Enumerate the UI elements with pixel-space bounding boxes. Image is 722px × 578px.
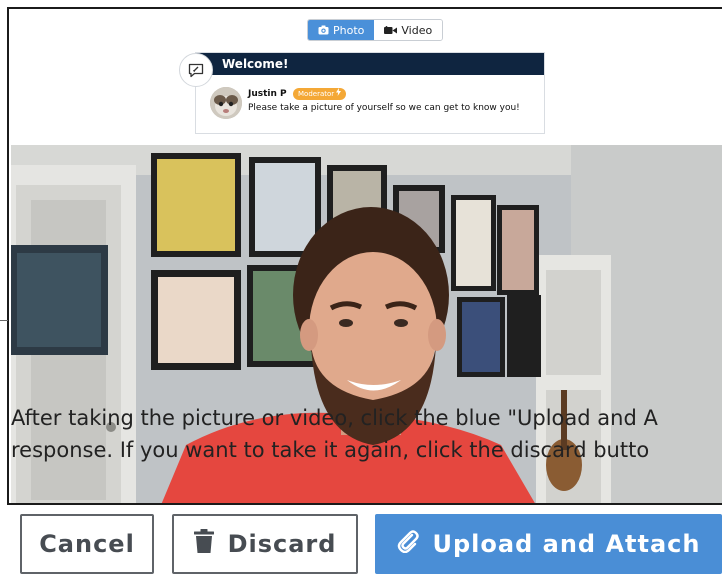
- role-badge-label: Moderator: [298, 90, 335, 98]
- media-capture-panel: Photo Video Welcome! Justin P Moderator …: [7, 7, 722, 505]
- author-name: Justin P: [248, 89, 287, 99]
- camera-icon: [318, 25, 329, 35]
- paperclip-icon: [397, 529, 419, 559]
- photo-mode-label: Photo: [333, 23, 365, 37]
- video-camera-icon: [384, 25, 398, 35]
- discard-button[interactable]: Discard: [172, 514, 358, 574]
- author-avatar: [210, 87, 242, 119]
- chat-edit-icon: [179, 53, 213, 87]
- upload-and-attach-button[interactable]: Upload and Attach: [375, 514, 722, 574]
- cancel-button[interactable]: Cancel: [20, 514, 154, 574]
- instruction-line-2: response. If you want to take it again, …: [11, 438, 650, 462]
- lightning-icon: [336, 88, 342, 100]
- capture-mode-toggle: Photo Video: [307, 19, 444, 41]
- video-mode-button[interactable]: Video: [374, 20, 443, 40]
- welcome-message-text: Please take a picture of yourself so we …: [248, 103, 520, 113]
- trash-icon: [193, 529, 214, 559]
- video-mode-label: Video: [401, 23, 433, 37]
- divider: [0, 320, 8, 321]
- discard-button-label: Discard: [227, 530, 337, 558]
- instruction-line-1: After taking the picture or video, click…: [11, 406, 658, 430]
- capture-instructions: After taking the picture or video, click…: [11, 402, 722, 466]
- moderator-badge: Moderator: [293, 88, 347, 100]
- welcome-title: Welcome!: [196, 53, 544, 75]
- upload-button-label: Upload and Attach: [432, 530, 701, 558]
- photo-mode-button[interactable]: Photo: [308, 20, 375, 40]
- welcome-message-card: Welcome! Justin P Moderator Please take …: [179, 52, 545, 134]
- cancel-button-label: Cancel: [39, 530, 135, 558]
